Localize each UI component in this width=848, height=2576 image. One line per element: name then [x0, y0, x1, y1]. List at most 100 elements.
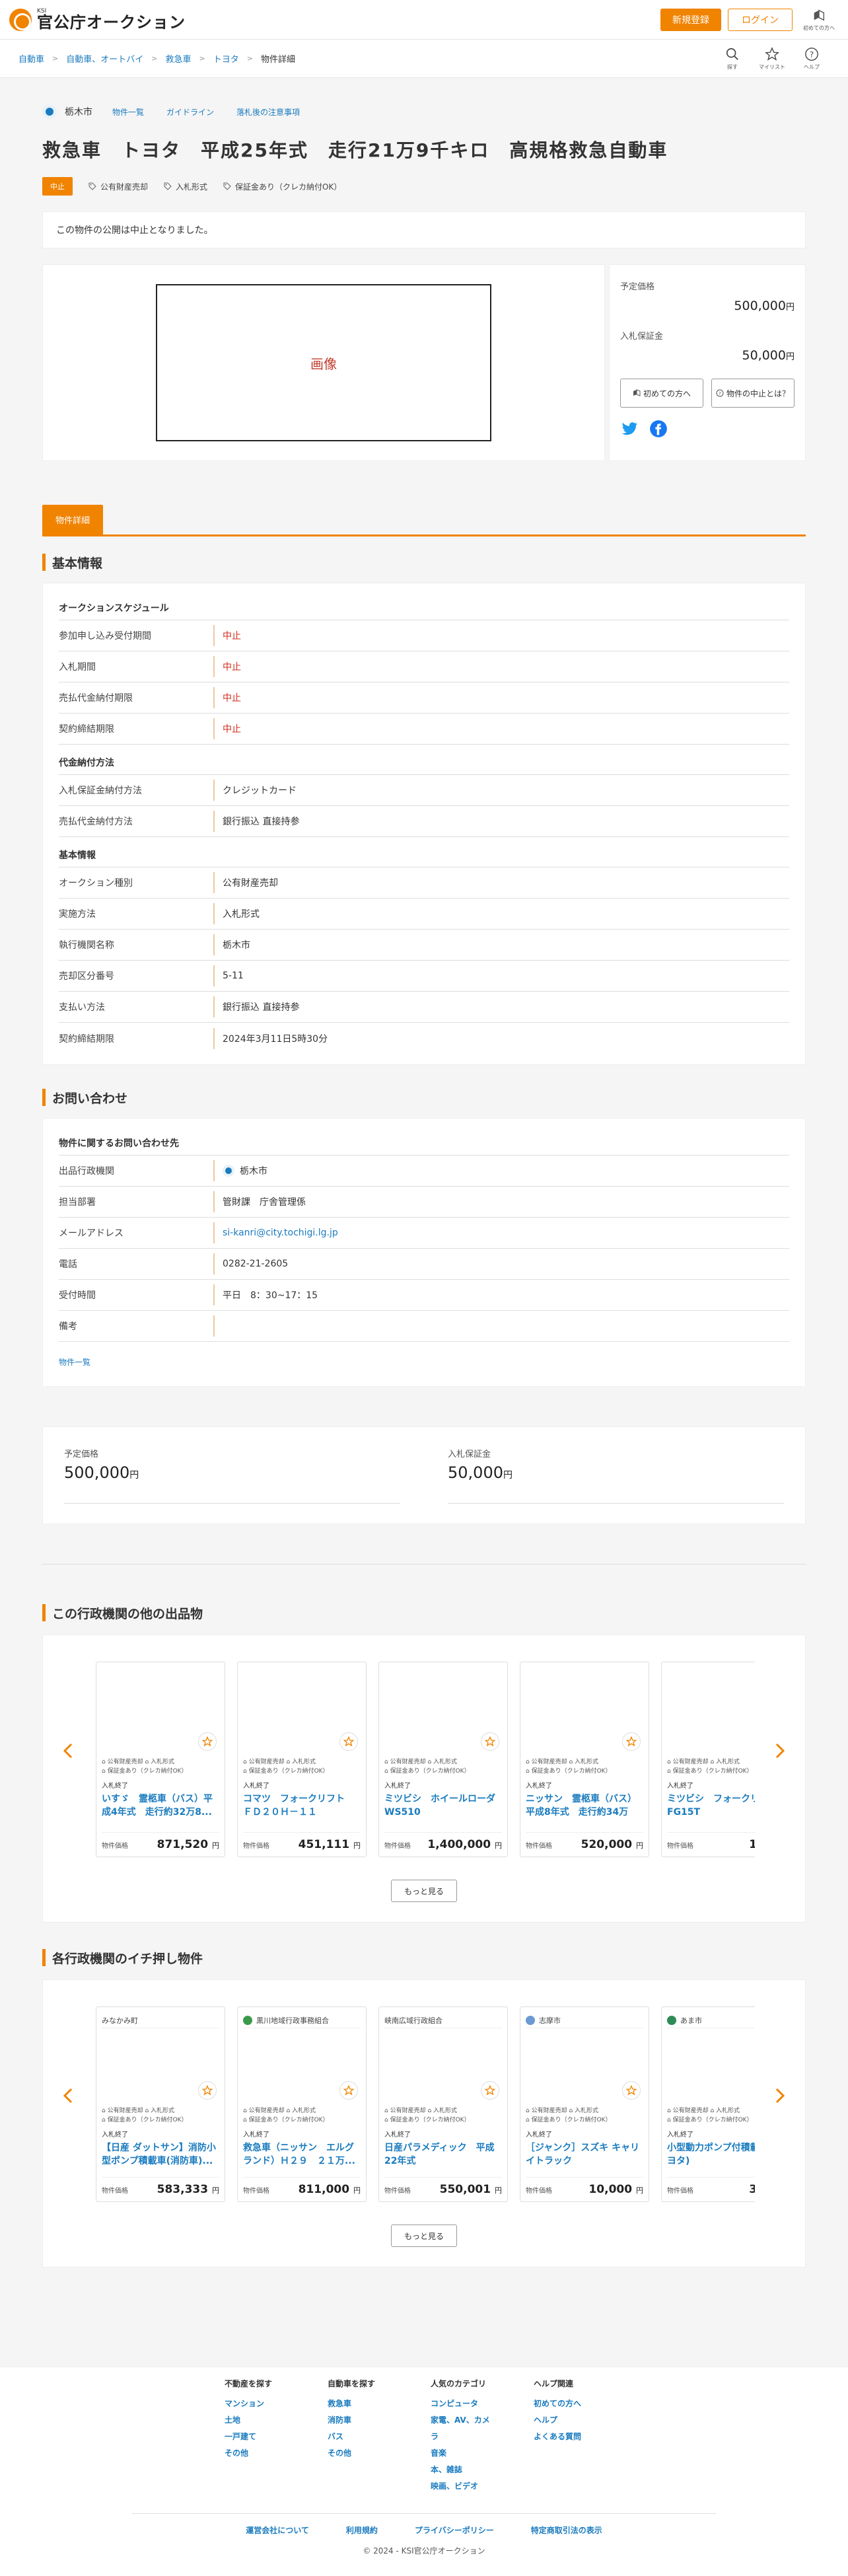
- carousel-next-button[interactable]: [772, 1741, 788, 1761]
- card-price-label: 物件価格: [243, 2188, 269, 2195]
- card-image: [526, 2028, 643, 2102]
- item-card[interactable]: みなかみ町 ⌂ 公有財産売却 ⌂ 入札形式 ⌂ 保証金あり（クレカ納付OK） 入札…: [96, 2006, 225, 2202]
- favorite-button[interactable]: [622, 2081, 641, 2100]
- estimate-value: 500,000: [734, 299, 786, 313]
- breadcrumb-item[interactable]: 自動車: [18, 52, 44, 65]
- search-link[interactable]: 探す: [715, 47, 750, 71]
- star-icon: [485, 2085, 495, 2096]
- cancel-info-button[interactable]: ? 物件の中止とは？: [711, 379, 795, 408]
- footer-link[interactable]: 映画、ビデオ: [431, 2478, 494, 2495]
- carousel-next-button[interactable]: [772, 2086, 788, 2106]
- contact-row: 電話 0282-21-2605: [59, 1249, 789, 1280]
- item-card[interactable]: 黒川地域行政事務組合 ⌂ 公有財産売却 ⌂ 入札形式 ⌂ 保証金あり（クレカ納付O…: [237, 2006, 367, 2202]
- item-card[interactable]: 志摩市 ⌂ 公有財産売却 ⌂ 入札形式 ⌂ 保証金あり（クレカ納付OK） 入札終了…: [520, 2006, 649, 2202]
- favorite-button[interactable]: [481, 2081, 499, 2100]
- item-list-link[interactable]: 物件一覧: [59, 1358, 90, 1367]
- site-logo[interactable]: KSI 官公庁オークション: [9, 8, 186, 31]
- favorite-button[interactable]: [622, 1732, 641, 1751]
- favorite-button[interactable]: [339, 2081, 358, 2100]
- item-card[interactable]: ⌂ 公有財産売却 ⌂ 入札形式 ⌂ 保証金あり（クレカ納付OK） 入札終了 ミツビ…: [661, 1662, 755, 1857]
- twitter-icon[interactable]: [620, 420, 639, 438]
- org-link-items[interactable]: 物件一覧: [112, 106, 144, 118]
- card-title[interactable]: 救急車（ニッサン エルグランド）Ｈ２９ ２１万...: [243, 2141, 361, 2169]
- footer-link[interactable]: 家電、AV、カメラ: [431, 2412, 494, 2445]
- card-title[interactable]: 【日産 ダットサン】消防小型ポンプ積載車(消防車)...: [102, 2141, 219, 2169]
- footer-link[interactable]: 消防車: [328, 2412, 391, 2429]
- favorite-button[interactable]: [339, 1732, 358, 1751]
- item-card[interactable]: ⌂ 公有財産売却 ⌂ 入札形式 ⌂ 保証金あり（クレカ納付OK） 入札終了 ミツビ…: [378, 1662, 508, 1857]
- register-button[interactable]: 新規登録: [660, 8, 721, 31]
- footer-link-terms[interactable]: 利用規約: [346, 2524, 378, 2536]
- info-value: クレジットカード: [223, 786, 297, 796]
- carousel-prev-button[interactable]: [60, 1741, 76, 1761]
- breadcrumb-item[interactable]: トヨタ: [213, 52, 239, 65]
- item-card[interactable]: ⌂ 公有財産売却 ⌂ 入札形式 ⌂ 保証金あり（クレカ納付OK） 入札終了 ニッサ…: [520, 1662, 649, 1857]
- email-link[interactable]: si-kanri@city.tochigi.lg.jp: [223, 1228, 338, 1238]
- footer-column-heading: ヘルプ関連: [534, 2379, 574, 2388]
- beginner-link[interactable]: 初めての方へ: [799, 8, 839, 32]
- help-link[interactable]: ? ヘルプ: [794, 47, 830, 71]
- favorite-button[interactable]: [198, 2081, 217, 2100]
- info-key: 参加申し込み受付期間: [59, 625, 215, 646]
- item-card[interactable]: 峡南広域行政組合 ⌂ 公有財産売却 ⌂ 入札形式 ⌂ 保証金あり（クレカ納付OK）…: [378, 2006, 508, 2202]
- footer-link[interactable]: 初めての方へ: [534, 2396, 597, 2412]
- carousel-prev-button[interactable]: [60, 2086, 76, 2106]
- footer-link-company[interactable]: 運営会社について: [246, 2524, 309, 2536]
- contact-row: 出品行政機関 栃木市: [59, 1156, 789, 1187]
- card-title[interactable]: 日産パラメディック 平成22年式: [384, 2141, 502, 2169]
- breadcrumb-item[interactable]: 救急車: [165, 52, 191, 65]
- card-title[interactable]: ［ジャンク］スズキ キャリイトラック: [526, 2141, 643, 2169]
- favorite-button[interactable]: [481, 1732, 499, 1751]
- info-row: オークション種別 公有財産売却: [59, 867, 789, 899]
- show-more-button[interactable]: もっと見る: [391, 2225, 457, 2247]
- footer-link[interactable]: 救急車: [328, 2396, 391, 2412]
- info-row: 執行機関名称 栃木市: [59, 930, 789, 961]
- footer-link[interactable]: マンション: [225, 2396, 288, 2412]
- footer-link[interactable]: 土地: [225, 2412, 288, 2429]
- contact-row: 備考: [59, 1311, 789, 1342]
- beginner-button[interactable]: 初めての方へ: [620, 379, 703, 408]
- show-more-button[interactable]: もっと見る: [391, 1880, 457, 1902]
- org-link-notes[interactable]: 落札後の注意事項: [236, 106, 300, 118]
- footer-link[interactable]: バス: [328, 2429, 391, 2445]
- card-title[interactable]: いすゞ 霊柩車（バス）平成4年式 走行約32万8...: [102, 1792, 219, 1820]
- item-card[interactable]: あま市 ⌂ 公有財産売却 ⌂ 入札形式 ⌂ 保証金あり（クレカ納付OK） 入札終了…: [661, 2006, 755, 2202]
- footer-link[interactable]: その他: [225, 2445, 288, 2462]
- footer-link[interactable]: 本、雑誌: [431, 2462, 494, 2478]
- other-items-carousel: ⌂ 公有財産売却 ⌂ 入札形式 ⌂ 保証金あり（クレカ納付OK） 入札終了 いすゞ…: [42, 1635, 806, 1923]
- svg-text:?: ?: [810, 50, 814, 59]
- info-key: 実施方法: [59, 903, 215, 924]
- chevron-right-icon: [775, 2088, 785, 2104]
- card-title[interactable]: ミツビシ フォークリフト FG15T: [667, 1792, 755, 1820]
- footer-link[interactable]: よくある質問: [534, 2429, 597, 2445]
- org-row: 栃木市 物件一覧 ガイドライン 落札後の注意事項: [42, 78, 806, 119]
- card-price-label: 物件価格: [384, 1843, 411, 1850]
- breadcrumb-item[interactable]: 自動車、オートバイ: [66, 52, 143, 65]
- item-card[interactable]: ⌂ 公有財産売却 ⌂ 入札形式 ⌂ 保証金あり（クレカ納付OK） 入札終了 いすゞ…: [96, 1662, 225, 1857]
- org-link-guideline[interactable]: ガイドライン: [166, 106, 214, 118]
- yen-unit: 円: [129, 1470, 139, 1481]
- card-title[interactable]: 小型動力ポンプ付積載車(トヨタ): [667, 2141, 755, 2169]
- footer-link[interactable]: 音楽: [431, 2445, 494, 2462]
- footer-link[interactable]: コンピュータ: [431, 2396, 494, 2412]
- svg-text:?: ?: [719, 391, 721, 396]
- breadcrumb-separator-icon: >: [52, 54, 59, 63]
- footer-link[interactable]: 一戸建て: [225, 2429, 288, 2445]
- org-logo-icon: [667, 2015, 676, 2025]
- card-title[interactable]: コマツ フォークリフト ＦＤ２０Ｈ－１１: [243, 1792, 361, 1820]
- card-title[interactable]: ミツビシ ホイールローダ WS510: [384, 1792, 502, 1820]
- card-price-value: 520,000: [581, 1838, 633, 1851]
- footer-link[interactable]: その他: [328, 2445, 391, 2462]
- footer-link-privacy[interactable]: プライバシーポリシー: [415, 2524, 494, 2536]
- mylist-link[interactable]: マイリスト: [754, 46, 790, 71]
- footer-link[interactable]: ヘルプ: [534, 2412, 597, 2429]
- pickup-carousel: みなかみ町 ⌂ 公有財産売却 ⌂ 入札形式 ⌂ 保証金あり（クレカ納付OK） 入札…: [42, 1979, 806, 2267]
- card-title[interactable]: ニッサン 霊柩車（バス）平成8年式 走行約34万3...: [526, 1792, 643, 1820]
- tab-item-details[interactable]: 物件詳細: [42, 505, 103, 534]
- facebook-icon[interactable]: [649, 420, 668, 438]
- footer-link-commerce[interactable]: 特定商取引法の表示: [531, 2524, 602, 2536]
- favorite-button[interactable]: [198, 1732, 217, 1751]
- item-card[interactable]: ⌂ 公有財産売却 ⌂ 入札形式 ⌂ 保証金あり（クレカ納付OK） 入札終了 コマツ…: [237, 1662, 367, 1857]
- info-value: 銀行振込 直接持参: [223, 1002, 300, 1013]
- login-button[interactable]: ログイン: [728, 8, 793, 31]
